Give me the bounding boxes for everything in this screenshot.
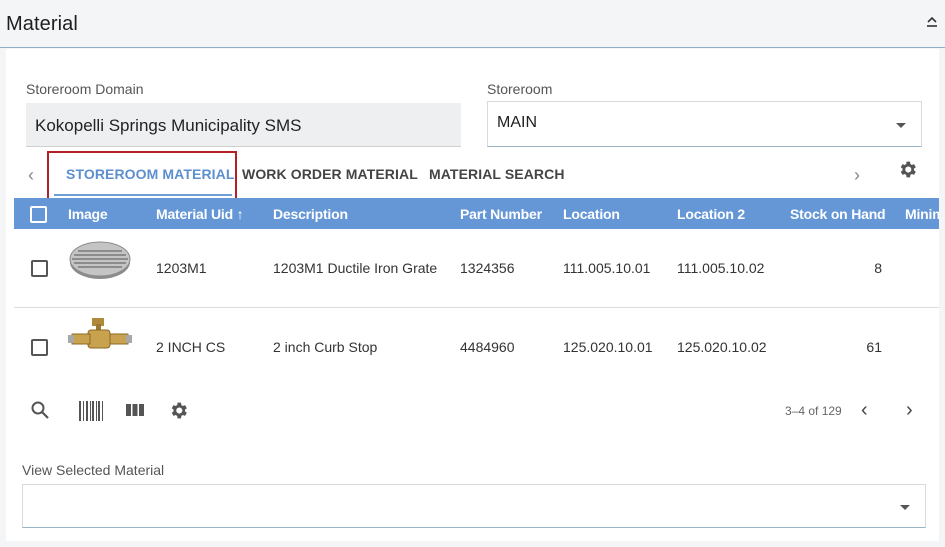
column-header-part-number[interactable]: Part Number: [460, 206, 542, 222]
view-selected-material-select[interactable]: [22, 484, 926, 528]
storeroom-select-value: MAIN: [497, 114, 537, 131]
column-header-location[interactable]: Location: [563, 206, 620, 222]
barcode-icon[interactable]: [78, 400, 104, 422]
tab-material-search[interactable]: MATERIAL SEARCH: [429, 166, 565, 182]
table-row[interactable]: 2 INCH CS 2 inch Curb Stop 4484960 125.0…: [14, 308, 939, 386]
row-checkbox[interactable]: [31, 339, 48, 356]
cell-location: 111.005.10.01: [563, 260, 651, 276]
storeroom-domain-field: Kokopelli Springs Municipality SMS: [26, 103, 461, 147]
column-header-image[interactable]: Image: [68, 206, 108, 222]
tab-highlight-box: [47, 151, 237, 203]
tab-scroll-right-icon[interactable]: ›: [854, 165, 860, 186]
previous-page-icon[interactable]: ‹: [861, 400, 868, 420]
storeroom-label: Storeroom: [487, 81, 553, 97]
search-icon[interactable]: [30, 400, 50, 420]
cell-material-uid: 1203M1: [156, 260, 207, 276]
column-header-stock-on-hand[interactable]: Stock on Hand: [790, 206, 886, 222]
table-settings-gear-icon[interactable]: [168, 400, 189, 421]
cell-part-number: 4484960: [460, 339, 515, 355]
pagination-range: 3–4 of 129: [785, 404, 842, 418]
column-header-minimum[interactable]: Minim: [905, 206, 939, 222]
column-header-description[interactable]: Description: [273, 206, 348, 222]
column-header-material-uid[interactable]: Material Uid ↑: [156, 206, 244, 222]
columns-icon[interactable]: [126, 402, 144, 418]
tab-scroll-left-icon[interactable]: ‹: [28, 165, 34, 186]
section-header: Material: [0, 0, 945, 48]
view-selected-material-label: View Selected Material: [22, 462, 165, 478]
cell-description: 1203M1 Ductile Iron Grate: [273, 260, 438, 276]
table-row[interactable]: 1203M1 1203M1 Ductile Iron Grate 1324356…: [14, 229, 939, 308]
storeroom-domain-label: Storeroom Domain: [26, 81, 144, 97]
material-panel: Storeroom Domain Kokopelli Springs Munic…: [6, 49, 939, 541]
next-page-icon[interactable]: ›: [906, 400, 913, 420]
cell-material-uid: 2 INCH CS: [156, 339, 226, 355]
material-table: Image Material Uid ↑ Description Part Nu…: [14, 198, 939, 386]
column-header-location-2[interactable]: Location 2: [677, 206, 745, 222]
chevron-down-icon: [896, 123, 906, 128]
drain-grate-image: [69, 241, 131, 279]
table-header: Image Material Uid ↑ Description Part Nu…: [14, 198, 939, 229]
gear-icon[interactable]: [897, 159, 918, 180]
row-checkbox[interactable]: [31, 260, 48, 277]
cell-description: 2 inch Curb Stop: [273, 339, 378, 355]
table-toolbar: 3–4 of 129 ‹ ›: [14, 389, 939, 429]
cell-location: 125.020.10.01: [563, 339, 653, 355]
cell-part-number: 1324356: [460, 260, 515, 276]
section-title: Material: [6, 13, 78, 35]
sort-arrow-up-icon: ↑: [236, 206, 244, 222]
curb-stop-valve-image: [68, 318, 132, 349]
chevron-down-icon: [900, 505, 910, 510]
storeroom-select[interactable]: MAIN: [487, 101, 922, 147]
cell-location-2: 125.020.10.02: [677, 339, 767, 355]
collapse-icon[interactable]: [925, 14, 939, 30]
cell-stock-on-hand: 61: [866, 339, 882, 355]
tab-work-order-material[interactable]: WORK ORDER MATERIAL: [242, 166, 418, 182]
cell-stock-on-hand: 8: [874, 260, 882, 276]
tab-bar: ‹ STOREROOM MATERIAL WORK ORDER MATERIAL…: [6, 151, 939, 203]
cell-location-2: 111.005.10.02: [677, 260, 765, 276]
select-all-checkbox[interactable]: [30, 206, 47, 223]
